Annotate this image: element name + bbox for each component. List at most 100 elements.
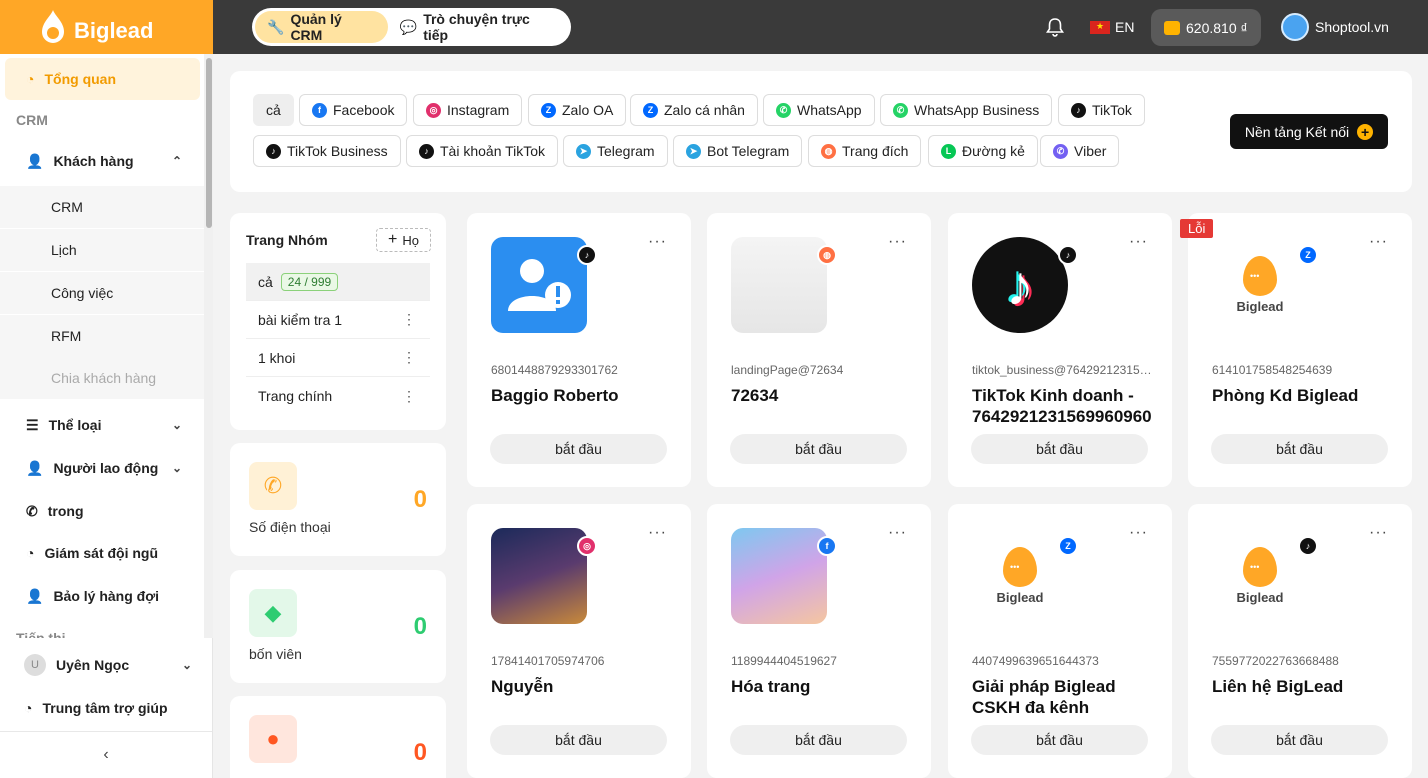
platform-chip[interactable]: f Facebook (299, 94, 408, 126)
wallet-balance[interactable]: 620.810 ₫ (1151, 9, 1261, 46)
platform-chip[interactable]: L Đường kẻ (928, 135, 1038, 167)
platform-chip[interactable]: ➤ Telegram (563, 135, 668, 167)
platform-chip-label: Zalo cá nhân (664, 102, 745, 118)
more-horizontal-icon[interactable]: ··· (1129, 524, 1148, 542)
sidebar-item-overview[interactable]: ◔ Tổng quan (5, 58, 200, 100)
account-card[interactable]: ◍ ··· landingPage@72634 72634 bắt đầu (707, 213, 931, 487)
platform-chip-all[interactable]: cả (253, 94, 294, 126)
start-button[interactable]: bắt đầu (730, 434, 907, 464)
biglead-logo-word: Biglead (1236, 299, 1284, 314)
sidebar-item-tasks[interactable]: Công việc (0, 272, 204, 314)
tab-live-chat[interactable]: 💬 Trò chuyện trực tiếp (388, 11, 568, 43)
platform-chip[interactable]: ✆ Viber (1040, 135, 1120, 167)
logo[interactable]: Biglead (0, 0, 213, 54)
account-card[interactable]: ♪ ··· 6801448879293301762 Baggio Roberto bắt… (467, 213, 691, 487)
biglead-logo-icon: Biglead (972, 528, 1068, 624)
sidebar-item-inside[interactable]: ✆ trong (0, 490, 204, 532)
platform-chip[interactable]: ➤ Bot Telegram (673, 135, 803, 167)
platform-chip-label: WhatsApp Business (914, 102, 1040, 118)
platform-chip[interactable]: ◍ Trang đích (808, 135, 922, 167)
platform-logo-icon: ➤ (686, 143, 701, 159)
account-card[interactable]: f ··· 1189944404519627 Hóa trang bắt đầu (707, 504, 931, 778)
biglead-logo-icon (42, 10, 64, 43)
start-button[interactable]: bắt đầu (1211, 434, 1388, 464)
connect-platform-button[interactable]: Nền tảng Kết nối + (1230, 114, 1388, 149)
account-id: 7559772022763668488 (1212, 654, 1339, 668)
account-card[interactable]: Biglead ♪ ··· 7559772022763668488 Liên hệ Bi… (1188, 504, 1412, 778)
account-id: 6801448879293301762 (491, 363, 618, 377)
more-horizontal-icon[interactable]: ··· (888, 233, 907, 251)
sidebar-nav: ◔ Tổng quan CRM 👤 Khách hàng ⌃ CRM Lịch … (0, 54, 204, 638)
sidebar-item-workers[interactable]: 👤 Người lao động ⌄ (0, 447, 204, 489)
account-id: landingPage@72634 (731, 363, 844, 377)
group-count-badge: 24 / 999 (280, 272, 339, 291)
account-avatar: Biglead (1212, 528, 1308, 624)
more-vertical-icon[interactable]: ⋮ (402, 311, 416, 328)
more-horizontal-icon[interactable]: ··· (1129, 233, 1148, 251)
account-card[interactable]: ◎ ··· 17841401705974706 Nguyễn bắt đầu (467, 504, 691, 778)
account-name: Shoptool.vn (1315, 19, 1389, 35)
account-card[interactable]: Biglead Z ··· Lỗi 614101758548254639 Phòng Kd… (1180, 213, 1412, 487)
start-button[interactable]: bắt đầu (971, 434, 1148, 464)
group-row-all[interactable]: cả 24 / 999 (246, 263, 430, 301)
more-horizontal-icon[interactable]: ··· (1369, 524, 1388, 542)
account-avatar: Biglead (1212, 237, 1308, 333)
help-center[interactable]: ◔ Trung tâm trợ giúp (0, 687, 212, 729)
platform-chip[interactable]: ◎ Instagram (413, 94, 523, 126)
tiktok-badge-icon: ♪ (1058, 245, 1078, 265)
sidebar-item-rfm[interactable]: RFM (0, 315, 204, 357)
dashboard-icon: ◔ (26, 71, 35, 87)
list-icon: ☰ (26, 416, 39, 433)
notification-bell-icon[interactable] (1046, 17, 1064, 37)
start-button[interactable]: bắt đầu (490, 725, 667, 755)
sidebar-item-categories[interactable]: ☰ Thể loại ⌄ (0, 404, 204, 446)
biglead-logo-word: Biglead (996, 590, 1044, 605)
tab-live-chat-label: Trò chuyện trực tiếp (423, 11, 530, 43)
tab-crm[interactable]: 🔧 Quản lý CRM (255, 11, 388, 43)
account-card[interactable]: Biglead Z ··· 4407499639651644373 Giải pháp … (948, 504, 1172, 778)
sidebar-item-calendar[interactable]: Lịch (0, 229, 204, 271)
platform-chip[interactable]: ♪ TikTok Business (253, 135, 401, 167)
group-row[interactable]: Trang chính ⋮ (246, 377, 430, 415)
facebook-badge-icon: f (817, 536, 837, 556)
sidebar-item-queue[interactable]: 👤 Bảo lý hàng đợi (0, 575, 204, 617)
add-group-button[interactable]: + Họ (376, 228, 431, 252)
sidebar-item-team-monitor[interactable]: ◔ Giám sát đội ngũ (0, 532, 204, 574)
account-menu[interactable]: Shoptool.vn (1281, 13, 1389, 41)
sidebar-item-customers[interactable]: 👤 Khách hàng ⌃ (0, 140, 204, 182)
platform-chip[interactable]: ✆ WhatsApp (763, 94, 875, 126)
sidebar-item-crm[interactable]: CRM (0, 186, 204, 228)
start-button[interactable]: bắt đầu (490, 434, 667, 464)
group-row[interactable]: bài kiểm tra 1 ⋮ (246, 301, 430, 339)
more-horizontal-icon[interactable]: ··· (648, 233, 667, 251)
account-card[interactable]: ♪ ♪ ··· tiktok_business@7642921231569960...… (948, 213, 1172, 487)
vietnam-flag-icon (1090, 20, 1110, 34)
more-vertical-icon[interactable]: ⋮ (402, 349, 416, 366)
language-switcher[interactable]: EN (1090, 19, 1134, 35)
sidebar-scrollbar[interactable] (204, 54, 213, 638)
more-vertical-icon[interactable]: ⋮ (402, 388, 416, 405)
scroll-thumb[interactable] (206, 58, 212, 228)
tab-crm-label: Quản lý CRM (290, 11, 342, 43)
platform-chip[interactable]: ♪ TikTok (1058, 94, 1145, 126)
platform-chip[interactable]: Z Zalo cá nhân (630, 94, 758, 126)
group-row[interactable]: 1 khoi ⋮ (246, 339, 430, 377)
start-button[interactable]: bắt đầu (730, 725, 907, 755)
platform-chip[interactable]: Z Zalo OA (528, 94, 627, 126)
platform-logo-icon: ♪ (1071, 102, 1086, 118)
more-horizontal-icon[interactable]: ··· (648, 524, 667, 542)
help-icon: ◔ (24, 700, 33, 716)
platform-chip[interactable]: ✆ WhatsApp Business (880, 94, 1053, 126)
more-horizontal-icon[interactable]: ··· (888, 524, 907, 542)
sidebar-item-label: trong (47, 503, 84, 519)
collapse-sidebar-button[interactable]: ‹ (0, 731, 212, 778)
start-button[interactable]: bắt đầu (971, 725, 1148, 755)
start-button[interactable]: bắt đầu (1211, 725, 1388, 755)
platform-chip[interactable]: ♪ Tài khoản TikTok (406, 135, 559, 167)
tiktok-logo-icon: ♪ (1006, 253, 1034, 317)
platform-chip-label: Instagram (447, 102, 510, 118)
platform-chip-label: Zalo OA (562, 102, 614, 118)
current-user[interactable]: U Uyên Ngọc ⌄ (0, 644, 212, 686)
more-horizontal-icon[interactable]: ··· (1369, 233, 1388, 251)
account-name: Hóa trang (731, 677, 811, 696)
